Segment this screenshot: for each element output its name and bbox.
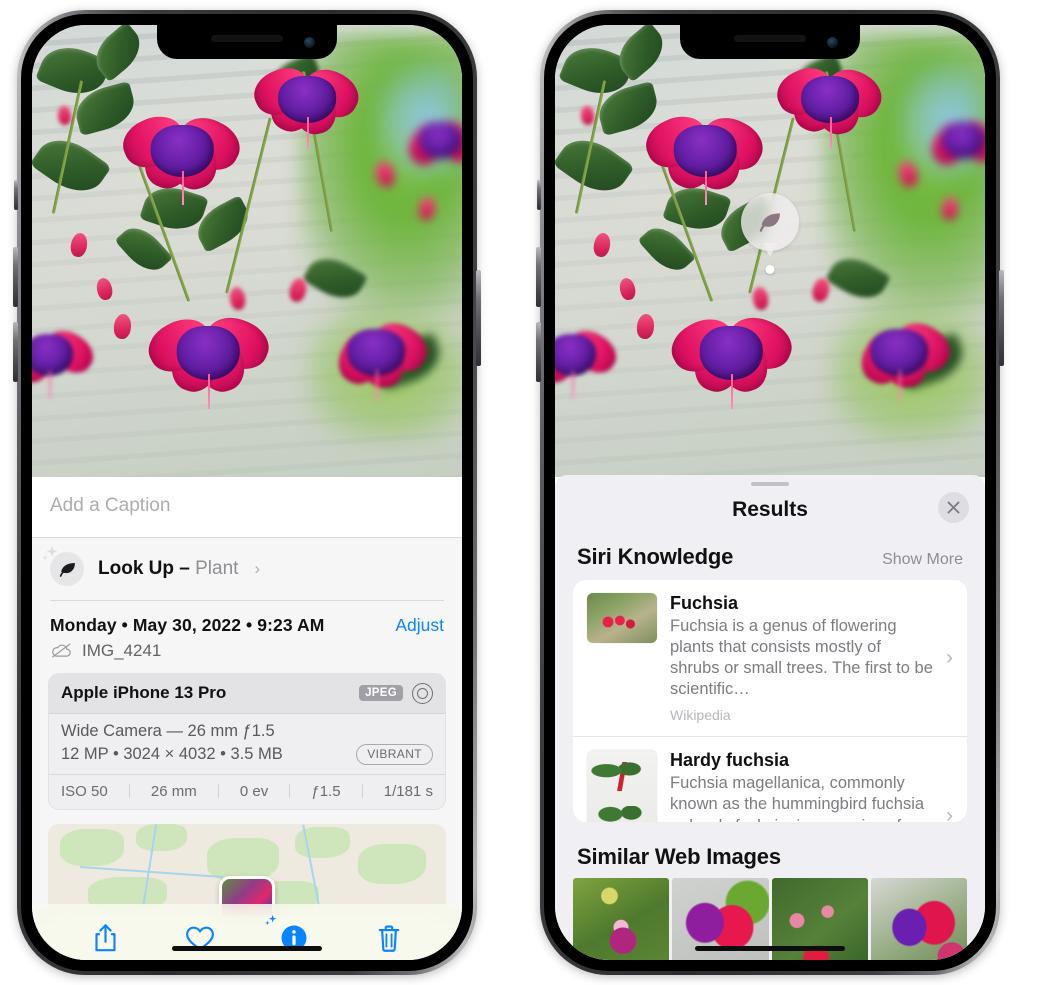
exif-separator [217,784,219,798]
screenshot-stage: Add a Caption Look Up – Plant › Monday •… [0,0,1055,985]
photo-info-sheet: Add a Caption Look Up – Plant › Monday •… [32,477,462,960]
share-icon [95,924,116,952]
look-up-subject: Plant [195,558,239,579]
iphone-right-bezel: Results Siri Knowledge Show More Fuchsia… [544,14,996,971]
chevron-right-icon: › [254,559,261,578]
location-map[interactable] [48,823,446,916]
share-button[interactable] [78,918,132,958]
earpiece-speaker [211,35,283,42]
badge-anchor-dot [765,265,775,274]
badge-pointer [763,243,777,257]
exif-separator [361,784,363,798]
cloud-slash-icon [52,643,71,658]
earpiece-speaker [734,35,806,42]
caption-row[interactable]: Add a Caption [32,477,462,538]
home-indicator[interactable] [172,946,322,951]
photo-filename: IMG_4241 [82,640,162,660]
camera-header: Apple iPhone 13 Pro JPEG [49,673,445,714]
iphone-right-screen: Results Siri Knowledge Show More Fuchsia… [555,25,985,960]
iphone-left-bezel: Add a Caption Look Up – Plant › Monday •… [21,14,473,971]
mute-switch[interactable] [14,180,18,210]
knowledge-title: Hardy fuchsia [670,750,790,771]
camera-device-name: Apple iPhone 13 Pro [61,683,227,702]
raw-target-icon[interactable] [412,682,433,704]
info-button[interactable] [265,914,321,958]
knowledge-item[interactable]: Hardy fuchsia Fuchsia magellanica, commo… [573,736,967,822]
front-camera [827,37,838,48]
camera-body: Wide Camera — 26 mm ƒ1.5 12 MP • 3024 × … [49,714,445,774]
similar-web-images-title: Similar Web Images [577,844,781,869]
front-camera [304,37,315,48]
lens-info: Wide Camera — 26 mm ƒ1.5 [61,721,275,740]
photo-specs: 12 MP • 3024 × 4032 • 3.5 MB [61,744,283,763]
close-button[interactable] [938,491,969,523]
exif-focal-length: 26 mm [150,782,197,800]
power-button[interactable] [476,270,481,366]
knowledge-description: Fuchsia is a genus of flowering plants t… [670,616,933,699]
knowledge-item[interactable]: Fuchsia Fuchsia is a genus of flowering … [573,580,967,736]
exif-aperture: ƒ1.5 [311,782,341,800]
visual-lookup-badge[interactable] [741,193,799,274]
exif-separator [128,784,130,798]
exif-row: ISO 50 26 mm 0 ev ƒ1.5 1/181 s [49,773,445,809]
trash-icon [378,925,400,952]
volume-up-button[interactable] [13,247,18,307]
iphone-left-screen: Add a Caption Look Up – Plant › Monday •… [32,25,462,960]
look-up-label: Look Up – Plant [98,558,238,580]
exif-iso: ISO 50 [61,782,108,800]
format-badge: JPEG [359,685,403,701]
siri-knowledge-title: Siri Knowledge [577,543,734,569]
knowledge-thumbnail [587,750,657,822]
similar-web-images-header: Similar Web Images [555,822,985,878]
close-icon [947,501,960,514]
show-more-button[interactable]: Show More [882,551,963,569]
siri-knowledge-header: Siri Knowledge Show More [555,536,985,580]
siri-knowledge-card: Fuchsia Fuchsia is a genus of flowering … [573,579,967,822]
chevron-right-icon: › [946,803,953,822]
web-image-thumbnail[interactable] [870,878,967,960]
home-indicator[interactable] [695,946,845,951]
exif-shutter-speed: 1/181 s [383,782,433,800]
power-button[interactable] [999,270,1004,366]
results-header: Results [555,486,985,536]
caption-input[interactable]: Add a Caption [50,495,444,517]
camera-info-card: Apple iPhone 13 Pro JPEG Wide Camera — 2… [48,672,446,810]
notch [680,25,860,59]
look-up-row[interactable]: Look Up – Plant › [32,538,462,600]
sparkles-icon [42,546,58,561]
sparkles-icon [265,914,277,926]
filename-row: IMG_4241 [32,636,462,673]
leaf-icon [759,213,780,232]
knowledge-source: Wikipedia [670,707,731,724]
photo-style-badge: VIBRANT [356,743,433,765]
results-sheet: Results Siri Knowledge Show More Fuchsia… [555,475,985,960]
chevron-right-icon: › [946,646,953,670]
notch [157,25,337,59]
web-image-thumbnail[interactable] [573,878,670,960]
knowledge-description: Fuchsia magellanica, commonly known as t… [670,774,925,822]
photo-toolbar [32,904,462,960]
adjust-button[interactable]: Adjust [395,615,444,636]
iphone-right-frame: Results Siri Knowledge Show More Fuchsia… [536,10,1004,975]
delete-button[interactable] [362,918,416,958]
volume-down-button[interactable] [13,322,18,382]
mute-switch[interactable] [537,180,541,210]
exif-exposure-value: 0 ev [239,782,269,800]
photo-meta-row: Monday • May 30, 2022 • 9:23 AM Adjust [32,601,462,636]
volume-down-button[interactable] [536,322,541,382]
results-title: Results [732,497,808,521]
volume-up-button[interactable] [536,247,541,307]
look-up-prefix: Look Up – [98,558,190,579]
exif-separator [289,784,291,798]
favorite-button[interactable] [173,918,227,958]
photo-viewer-left[interactable] [32,25,462,477]
knowledge-title: Fuchsia [670,592,739,613]
photo-datetime: Monday • May 30, 2022 • 9:23 AM [50,614,325,635]
knowledge-thumbnail [587,592,657,643]
iphone-left-frame: Add a Caption Look Up – Plant › Monday •… [13,10,481,975]
photo-viewer-right[interactable] [555,25,985,477]
